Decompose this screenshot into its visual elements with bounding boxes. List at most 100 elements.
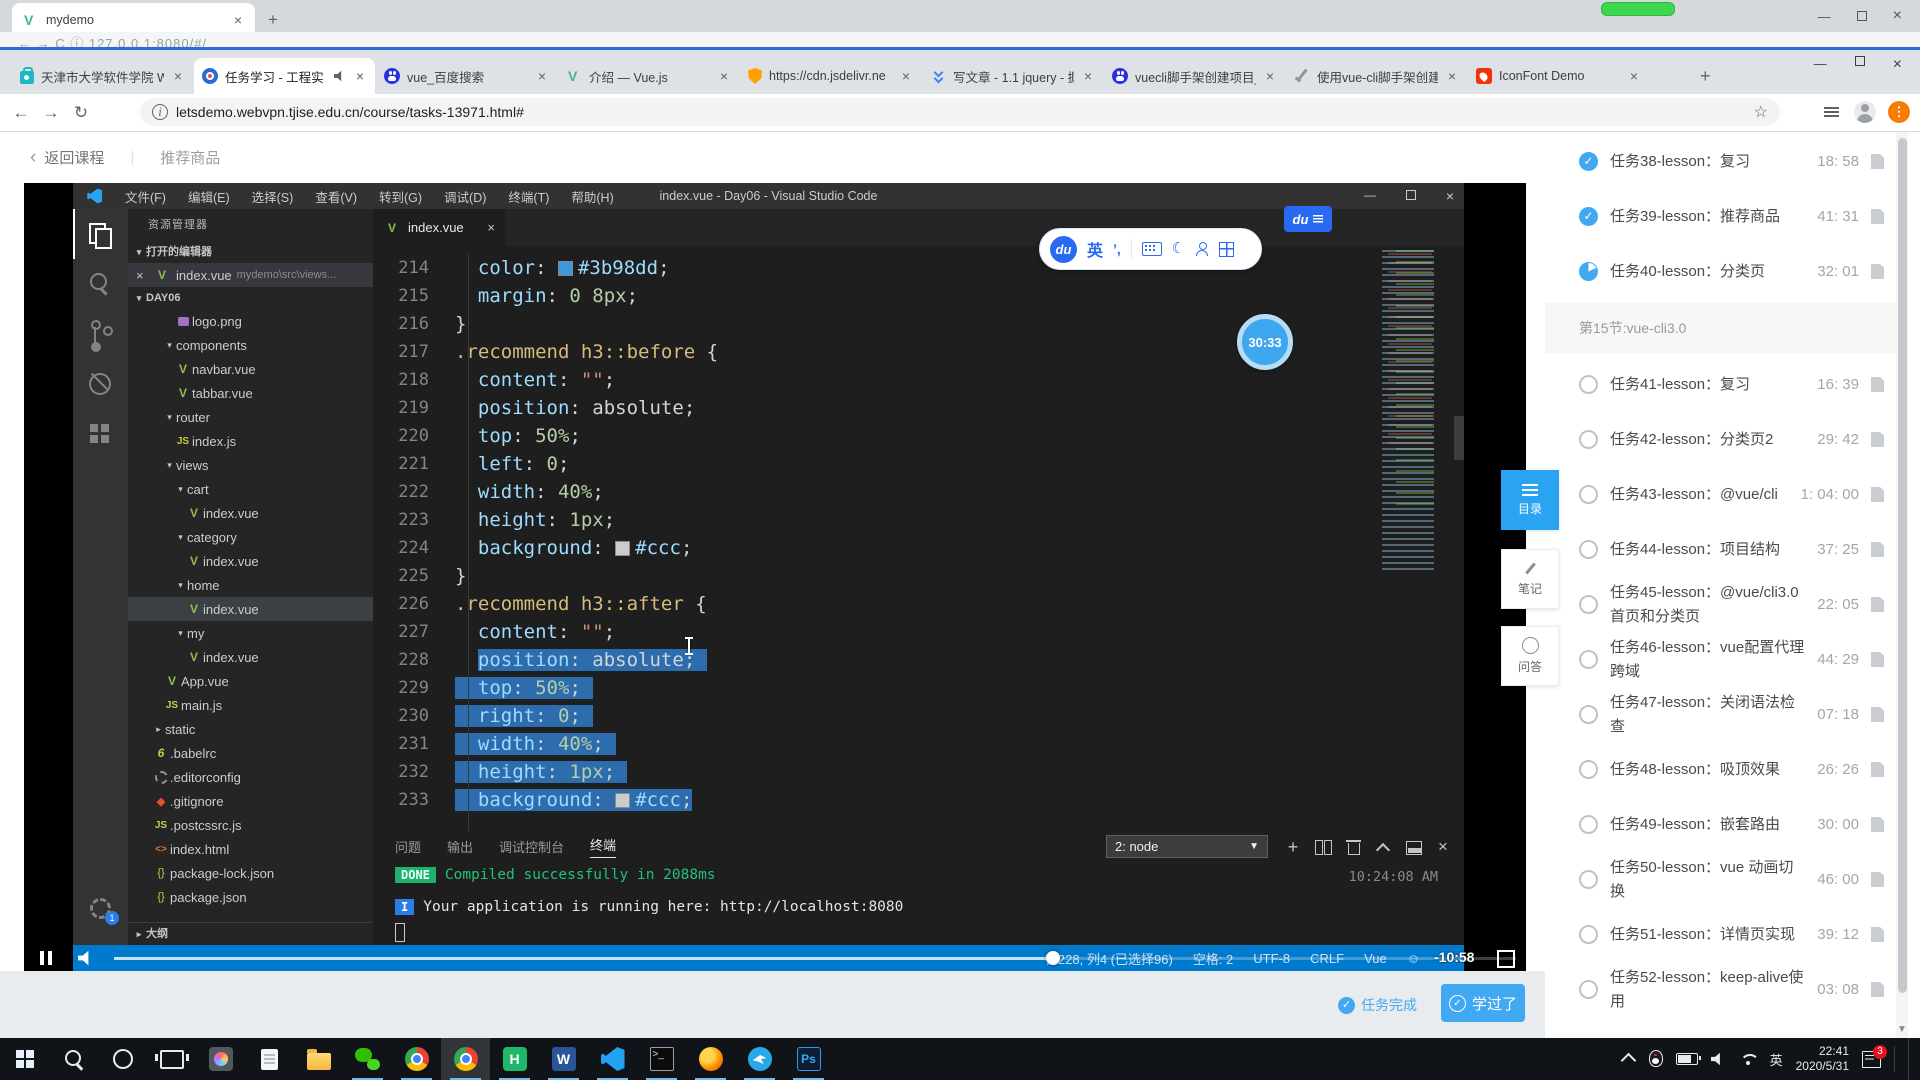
document-icon[interactable] [1871, 652, 1884, 667]
lesson-item[interactable]: 任务42-lesson：分类页2 29: 42 [1545, 412, 1896, 467]
tab-close-icon[interactable]: × [231, 12, 245, 28]
tab-close-icon[interactable]: × [535, 68, 549, 84]
qq-tray-icon[interactable] [1647, 1049, 1663, 1069]
tree-item[interactable]: ▾ router [128, 405, 373, 429]
tree-item[interactable]: package.json [128, 885, 373, 909]
document-icon[interactable] [1871, 597, 1884, 612]
tab-close-icon[interactable]: × [717, 68, 731, 84]
vscode-menu-item[interactable]: 调试(D) [433, 187, 497, 206]
tree-item[interactable]: index.vue [128, 645, 373, 669]
vscode-menu-item[interactable]: 选择(S) [241, 187, 305, 206]
lesson-item[interactable]: 任务47-lesson：关闭语法检查 07: 18 [1545, 687, 1896, 742]
tree-item[interactable]: .editorconfig [128, 765, 373, 789]
show-desktop-button[interactable] [1908, 1038, 1914, 1080]
lesson-item[interactable]: 任务40-lesson：分类页 32: 01 [1545, 244, 1896, 299]
video-progress-track[interactable] [114, 957, 1516, 960]
taskbar-cortana-button[interactable] [98, 1038, 147, 1080]
document-icon[interactable] [1871, 432, 1884, 447]
subnav-recommend[interactable]: 推荐商品 [160, 147, 220, 168]
action-center-icon[interactable]: 3 [1862, 1044, 1887, 1068]
document-icon[interactable] [1871, 487, 1884, 502]
vscode-menu-item[interactable]: 帮助(H) [560, 187, 624, 206]
browser-tab[interactable]: IconFont Demo × [1468, 58, 1649, 94]
taskbar-taskview-button[interactable] [147, 1038, 196, 1080]
lesson-item[interactable]: 任务43-lesson：@vue/cli 1: 04: 00 [1545, 467, 1896, 522]
taskbar-hbuilder-button[interactable] [490, 1038, 539, 1080]
close-icon[interactable]: × [487, 220, 495, 235]
back-to-course-link[interactable]: 返回课程 [44, 147, 104, 168]
background-new-tab-button[interactable]: + [268, 10, 278, 30]
debug-icon[interactable] [73, 359, 128, 409]
minimize-icon[interactable]: — [1364, 188, 1376, 204]
bookmark-star-icon[interactable]: ☆ [1754, 102, 1768, 122]
float-button-问答[interactable]: 问答 [1501, 626, 1559, 686]
lesson-item[interactable]: 任务49-lesson：嵌套路由 30: 00 [1545, 797, 1896, 852]
open-editor-item[interactable]: × index.vue mydemo\src\views... [128, 263, 373, 287]
grid-icon[interactable] [1219, 241, 1235, 257]
float-button-目录[interactable]: 目录 [1501, 470, 1559, 530]
browser-tab[interactable]: https://cdn.jsdelivr.ne × [740, 58, 921, 94]
vscode-menu-item[interactable]: 文件(F) [114, 187, 177, 206]
taskbar-app-button[interactable] [196, 1038, 245, 1080]
tab-close-icon[interactable]: × [1445, 68, 1459, 84]
browser-tab[interactable]: vue_百度搜索 × [376, 58, 557, 94]
vscode-menu-item[interactable]: 终端(T) [497, 187, 560, 206]
close-icon[interactable]: × [136, 268, 148, 283]
panel-tab-问题[interactable]: 问题 [395, 837, 421, 856]
explorer-icon[interactable] [73, 209, 128, 259]
new-tab-button[interactable]: + [1700, 66, 1711, 87]
tree-item[interactable]: ▾ cart [128, 477, 373, 501]
ime-punctuation-toggle[interactable]: ’, [1113, 241, 1121, 257]
document-icon[interactable] [1871, 872, 1884, 887]
editor-scrollbar[interactable] [1454, 416, 1464, 460]
reload-icon[interactable]: ↻ [66, 103, 96, 123]
outline-section[interactable]: ▸ 大纲 [128, 922, 373, 945]
tab-close-icon[interactable]: × [171, 68, 185, 84]
keyboard-icon[interactable] [1141, 242, 1162, 256]
kill-terminal-icon[interactable] [1338, 834, 1368, 860]
minimap[interactable] [1382, 250, 1452, 570]
lesson-item[interactable]: 任务41-lesson：复习 16: 39 [1545, 357, 1896, 412]
tree-item[interactable]: ▾ my [128, 621, 373, 645]
sidebar-scrollbar[interactable]: ▼ [1896, 132, 1908, 1039]
tab-audio-icon[interactable] [334, 70, 342, 82]
lesson-item[interactable]: 任务48-lesson：吸顶效果 26: 26 [1545, 742, 1896, 797]
document-icon[interactable] [1871, 209, 1884, 224]
ime-logo[interactable]: du [1050, 235, 1077, 263]
reading-list-icon[interactable] [1824, 105, 1840, 119]
open-editors-section[interactable]: ▾ 打开的编辑器 [128, 241, 373, 263]
lesson-item[interactable]: 任务46-lesson：vue配置代理跨域 44: 29 [1545, 632, 1896, 687]
browser-menu-icon[interactable]: ⋮ [1888, 101, 1910, 123]
tree-item[interactable]: ▾ home [128, 573, 373, 597]
document-icon[interactable] [1871, 927, 1884, 942]
taskbar-folder-button[interactable] [294, 1038, 343, 1080]
address-bar[interactable]: i letsdemo.webvpn.tjise.edu.cn/course/ta… [140, 98, 1780, 126]
tree-item[interactable]: index.vue [128, 549, 373, 573]
panel-tab-输出[interactable]: 输出 [447, 837, 473, 856]
panel-tab-调试控制台[interactable]: 调试控制台 [499, 837, 564, 856]
split-terminal-icon[interactable] [1308, 834, 1338, 860]
fullscreen-icon[interactable] [1497, 950, 1515, 968]
close-icon[interactable]: × [1893, 7, 1902, 25]
tree-item[interactable]: index.vue [128, 501, 373, 525]
vscode-menu-item[interactable]: 编辑(E) [177, 187, 241, 206]
tree-item[interactable]: package-lock.json [128, 861, 373, 885]
folder-root-section[interactable]: ▾ DAY06 [128, 287, 373, 309]
document-icon[interactable] [1871, 707, 1884, 722]
tree-item[interactable]: ▾ components [128, 333, 373, 357]
tree-item[interactable]: index.vue [128, 597, 373, 621]
tab-close-icon[interactable]: × [1081, 68, 1095, 84]
document-icon[interactable] [1871, 762, 1884, 777]
taskbar-chrome-button[interactable] [441, 1038, 490, 1080]
vscode-menu-item[interactable]: 转到(G) [368, 187, 433, 206]
tree-item[interactable]: tabbar.vue [128, 381, 373, 405]
ime-toolbar[interactable]: du 英 ’, ☾ [1039, 228, 1262, 270]
code-editor[interactable]: 214 color: #3b98dd; 215 margin: 0 8px; 216… [373, 246, 1464, 831]
url-text[interactable]: letsdemo.webvpn.tjise.edu.cn/course/task… [176, 104, 1746, 120]
tree-item[interactable]: .babelrc [128, 741, 373, 765]
profile-avatar[interactable] [1854, 101, 1876, 123]
taskbar-chrome-button[interactable] [392, 1038, 441, 1080]
document-icon[interactable] [1871, 542, 1884, 557]
network-icon[interactable] [1739, 1053, 1757, 1066]
tree-item[interactable]: App.vue [128, 669, 373, 693]
